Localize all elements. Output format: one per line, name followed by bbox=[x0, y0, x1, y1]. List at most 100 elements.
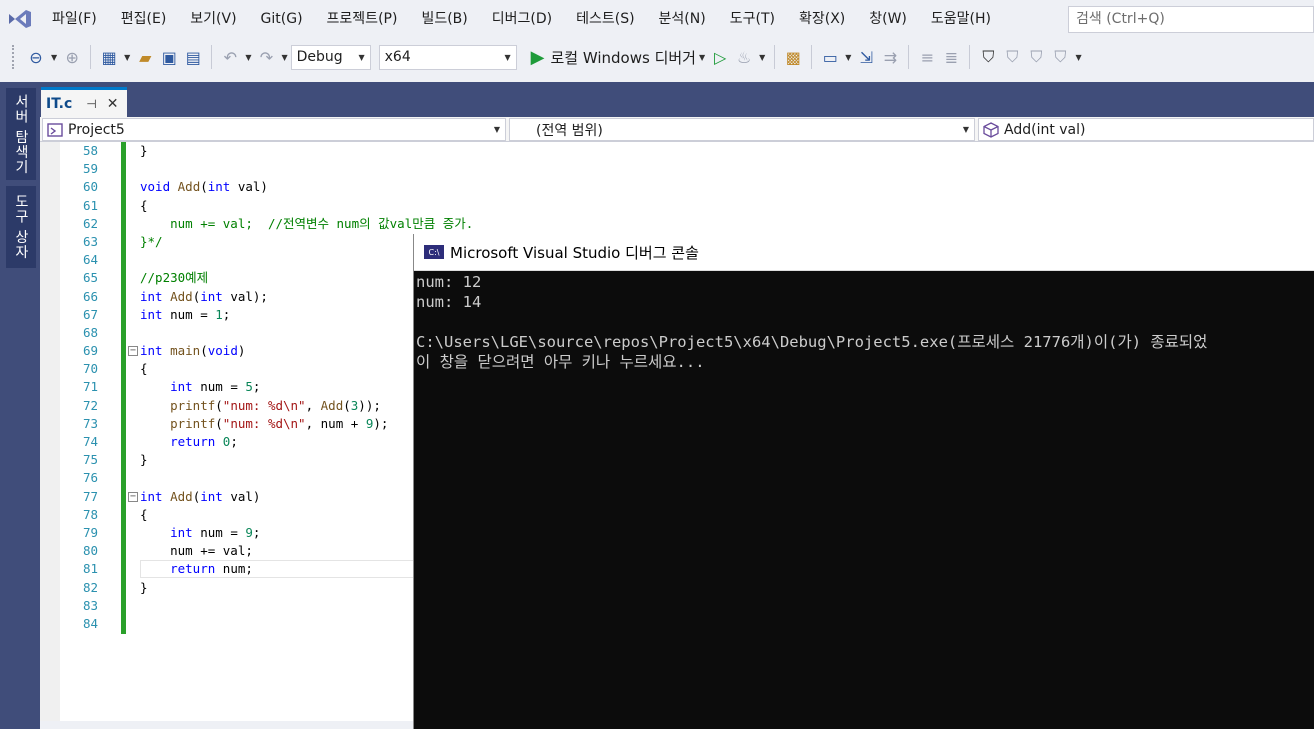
console-line: C:\Users\LGE\source\repos\Project5\x64\D… bbox=[416, 333, 1208, 351]
code-line[interactable]: num += val; //전역변수 num의 값val만큼 증가. bbox=[140, 215, 473, 233]
toolbar-separator bbox=[908, 45, 910, 69]
line-number: 71 bbox=[82, 379, 98, 395]
redo-icon[interactable]: ↷ bbox=[254, 45, 278, 69]
menu-help[interactable]: 도움말(H) bbox=[919, 0, 1003, 38]
line-number: 63 bbox=[82, 233, 98, 249]
console-line: num: 14 bbox=[416, 293, 482, 311]
document-tab[interactable]: IT.c ⊣ ✕ bbox=[41, 87, 127, 117]
project-icon bbox=[47, 122, 63, 138]
document-tab-label: IT.c bbox=[46, 95, 73, 112]
search-input[interactable]: 검색 (Ctrl+Q) bbox=[1068, 6, 1314, 33]
toolbox-tab[interactable]: 도구 상자 bbox=[6, 186, 36, 268]
chevron-down-icon[interactable]: ▼ bbox=[245, 53, 251, 62]
chevron-down-icon[interactable]: ▼ bbox=[845, 53, 851, 62]
line-number: 77 bbox=[82, 488, 98, 504]
chevron-down-icon[interactable]: ▼ bbox=[1075, 53, 1081, 62]
project-select[interactable]: Project5 ▼ bbox=[42, 118, 506, 141]
next-bookmark-icon[interactable]: ⛉ bbox=[1024, 45, 1048, 69]
menu-debug[interactable]: 디버그(D) bbox=[480, 0, 564, 38]
solution-explorer-icon[interactable]: ▩ bbox=[781, 45, 805, 69]
comment-icon[interactable]: ≡ bbox=[915, 45, 939, 69]
code-line[interactable]: { bbox=[140, 197, 473, 215]
step-over-icon[interactable]: ⇉ bbox=[878, 45, 902, 69]
chevron-down-icon[interactable]: ▼ bbox=[51, 53, 57, 62]
undo-icon[interactable]: ↶ bbox=[218, 45, 242, 69]
start-debugging-label: 로컬 Windows 디버거 bbox=[550, 48, 696, 67]
navigate-forward-icon[interactable]: ⊕ bbox=[60, 45, 84, 69]
toolbar-separator bbox=[774, 45, 776, 69]
server-explorer-tab[interactable]: 서버 탐색기 bbox=[6, 88, 36, 180]
line-number: 60 bbox=[82, 179, 98, 195]
start-debugging-button[interactable]: ▶ 로컬 Windows 디버거 ▼ bbox=[531, 47, 709, 68]
console-title-bar[interactable]: C:\ Microsoft Visual Studio 디버그 콘솔 bbox=[414, 234, 1314, 271]
toolbar-grip[interactable] bbox=[12, 45, 16, 69]
menu-analyze[interactable]: 분석(N) bbox=[647, 0, 718, 38]
save-all-icon[interactable]: ▤ bbox=[181, 45, 205, 69]
line-number: 68 bbox=[82, 324, 98, 340]
navigation-bar: Project5 ▼ (전역 범위) ▼ Add(int val) bbox=[40, 117, 1314, 142]
toolbar-separator bbox=[811, 45, 813, 69]
scope-select[interactable]: (전역 범위) ▼ bbox=[509, 118, 975, 141]
project-select-value: Project5 bbox=[68, 121, 125, 138]
menu-edit[interactable]: 편집(E) bbox=[109, 0, 179, 38]
start-without-debugging-icon[interactable]: ▷ bbox=[708, 45, 732, 69]
console-output[interactable]: num: 12 num: 14 C:\Users\LGE\source\repo… bbox=[416, 272, 1314, 372]
close-icon[interactable]: ✕ bbox=[107, 96, 119, 112]
bookmark-icon[interactable]: ⛉ bbox=[976, 45, 1000, 69]
menu-window[interactable]: 창(W) bbox=[857, 0, 919, 38]
toolbar-separator bbox=[211, 45, 213, 69]
uncomment-icon[interactable]: ≣ bbox=[939, 45, 963, 69]
line-number: 82 bbox=[82, 579, 98, 595]
menu-build[interactable]: 빌드(B) bbox=[409, 0, 479, 38]
navigate-back-icon[interactable]: ⊖ bbox=[24, 45, 48, 69]
line-number: 74 bbox=[82, 434, 98, 449]
layout-icon[interactable]: ▭ bbox=[818, 45, 842, 69]
line-number: 78 bbox=[82, 506, 98, 522]
menu-file[interactable]: 파일(F) bbox=[40, 0, 109, 38]
collapse-outline-icon[interactable]: − bbox=[128, 346, 138, 357]
chevron-down-icon[interactable]: ▼ bbox=[281, 53, 287, 62]
line-number: 62 bbox=[82, 215, 98, 231]
line-number: 67 bbox=[82, 306, 98, 322]
menu-project[interactable]: 프로젝트(P) bbox=[315, 0, 410, 38]
line-number: 73 bbox=[82, 415, 98, 431]
solution-platform-value: x64 bbox=[384, 49, 411, 65]
line-number: 70 bbox=[82, 361, 98, 377]
debug-console-window[interactable]: C:\ Microsoft Visual Studio 디버그 콘솔 num: … bbox=[413, 234, 1314, 729]
clear-bookmarks-icon[interactable]: ⛉ bbox=[1048, 45, 1072, 69]
line-number: 80 bbox=[82, 543, 98, 559]
code-line[interactable]: } bbox=[140, 142, 473, 160]
chevron-down-icon[interactable]: ▼ bbox=[759, 53, 765, 62]
left-tool-rail: 서버 탐색기 도구 상자 bbox=[0, 82, 40, 729]
member-select[interactable]: Add(int val) bbox=[978, 118, 1314, 141]
change-tracking-bar bbox=[121, 142, 126, 634]
code-line[interactable]: void Add(int val) bbox=[140, 178, 473, 196]
toolbar-separator bbox=[90, 45, 92, 69]
line-number: 81 bbox=[82, 561, 98, 577]
step-into-icon[interactable]: ⇲ bbox=[854, 45, 878, 69]
line-number: 59 bbox=[82, 161, 98, 177]
line-number: 66 bbox=[82, 288, 98, 304]
chevron-down-icon[interactable]: ▼ bbox=[124, 53, 130, 62]
solution-configuration-select[interactable]: Debug ▼ bbox=[290, 44, 371, 70]
collapse-outline-icon[interactable]: − bbox=[128, 491, 138, 502]
chevron-down-icon[interactable]: ▼ bbox=[699, 53, 705, 62]
line-number: 79 bbox=[82, 524, 98, 540]
previous-bookmark-icon[interactable]: ⛉ bbox=[1000, 45, 1024, 69]
indicator-margin[interactable] bbox=[40, 142, 60, 729]
menu-extensions[interactable]: 확장(X) bbox=[787, 0, 857, 38]
line-number: 76 bbox=[82, 470, 98, 486]
solution-platform-select[interactable]: x64 ▼ bbox=[378, 44, 517, 70]
menu-tools[interactable]: 도구(T) bbox=[718, 0, 787, 38]
hot-reload-icon[interactable]: ♨ bbox=[732, 45, 756, 69]
new-project-icon[interactable]: ▦ bbox=[97, 45, 121, 69]
menu-view[interactable]: 보기(V) bbox=[178, 0, 248, 38]
scope-select-value: (전역 범위) bbox=[536, 122, 603, 139]
code-line[interactable] bbox=[140, 160, 473, 178]
open-folder-icon[interactable]: ▰ bbox=[133, 45, 157, 69]
save-icon[interactable]: ▣ bbox=[157, 45, 181, 69]
menu-test[interactable]: 테스트(S) bbox=[564, 0, 646, 38]
menu-git[interactable]: Git(G) bbox=[249, 0, 315, 38]
pin-icon[interactable]: ⊣ bbox=[86, 97, 96, 111]
